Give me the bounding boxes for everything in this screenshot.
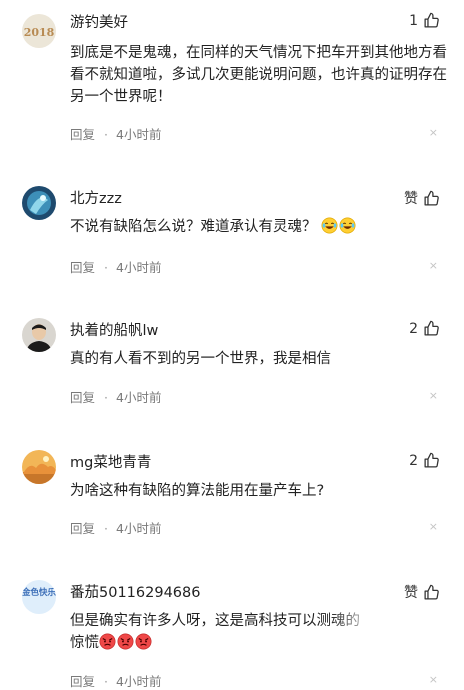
username[interactable]: mg菜地青青 [70, 451, 151, 472]
close-icon[interactable]: × [429, 126, 438, 139]
timestamp: 4小时前 [116, 260, 162, 275]
timestamp: 4小时前 [116, 521, 162, 536]
avatar[interactable]: 2018 [22, 14, 56, 48]
comment-item: mg菜地青青 2 为啥这种有缺陷的算法能用在量产车上? 回复 · 4小时前 × [0, 442, 464, 552]
username[interactable]: 北方zzz [70, 187, 122, 208]
comment-meta: 回复 · 4小时前 [70, 260, 162, 275]
avatar[interactable] [22, 318, 56, 352]
like-count: 赞 [404, 191, 418, 207]
angry-face-emoji-icon [117, 633, 134, 650]
reply-button[interactable]: 回复 [70, 127, 95, 142]
thumbs-up-icon [424, 190, 439, 206]
laughing-tears-emoji-icon [321, 217, 338, 234]
comment-text: 真的有人看不到的另一个世界，我是相信 [70, 351, 331, 367]
like-count: 1 [409, 12, 418, 29]
comment-item: 2018 游钓美好 1 到底是不是鬼魂，在同样的天气情况下把车开到其他地方看看不… [0, 0, 464, 160]
username[interactable]: 游钓美好 [70, 11, 128, 32]
close-icon[interactable]: × [429, 520, 438, 533]
close-icon[interactable]: × [429, 259, 438, 272]
comment-item: 执着的船帆lw 2 真的有人看不到的另一个世界，我是相信 回复 · 4小时前 × [0, 310, 464, 420]
like-count: 赞 [404, 585, 418, 601]
like-button[interactable]: 2 [409, 320, 440, 337]
comment-text: 为啥这种有缺陷的算法能用在量产车上? [70, 483, 325, 499]
like-count: 2 [409, 320, 418, 337]
comment-meta: 回复 · 4小时前 [70, 127, 162, 142]
close-icon[interactable]: × [429, 673, 438, 686]
comment-text: 但是确实有许多人呀，这是高科技可以测魂的 [70, 613, 360, 629]
like-button[interactable]: 1 [409, 12, 440, 29]
laughing-tears-emoji-icon [339, 217, 356, 234]
timestamp: 4小时前 [116, 390, 162, 405]
comment-text-line: 惊慌 [70, 632, 448, 654]
comment-meta: 回复 · 4小时前 [70, 390, 162, 405]
thumbs-up-icon [424, 320, 439, 336]
comment-item: 金色快乐 番茄50116294686 赞 但是确实有许多人呀，这是高科技可以测魂… [0, 572, 464, 690]
avatar[interactable] [22, 450, 56, 484]
username[interactable]: 执着的船帆lw [70, 319, 158, 340]
like-button[interactable]: 2 [409, 452, 440, 469]
comment-text: 不说有缺陷怎么说？难道承认有灵魂？ [70, 219, 317, 235]
thumbs-up-icon [424, 452, 439, 468]
reply-button[interactable]: 回复 [70, 390, 95, 405]
thumbs-up-icon [424, 12, 439, 28]
reply-button[interactable]: 回复 [70, 521, 95, 536]
like-button[interactable]: 赞 [404, 582, 440, 602]
timestamp: 4小时前 [116, 674, 162, 689]
reply-button[interactable]: 回复 [70, 674, 95, 689]
comment-text: 到底是不是鬼魂，在同样的天气情况下把车开到其他地方看看不就知道啦，多试几次更能说… [70, 45, 447, 105]
angry-face-emoji-icon [99, 633, 116, 650]
comment-text-line: 但是确实有许多人呀，这是高科技可以测魂的 [70, 610, 448, 632]
close-icon[interactable]: × [429, 389, 438, 402]
reply-button[interactable]: 回复 [70, 260, 95, 275]
username[interactable]: 番茄50116294686 [70, 581, 200, 602]
comment-text-continued: 惊慌 [70, 635, 99, 651]
avatar[interactable]: 金色快乐 [22, 580, 56, 614]
comment-item: 北方zzz 赞 不说有缺陷怎么说？难道承认有灵魂？ 回复 · 4小时前 × [0, 178, 464, 288]
like-button[interactable]: 赞 [404, 188, 440, 208]
comment-meta: 回复 · 4小时前 [70, 674, 162, 689]
avatar[interactable] [22, 186, 56, 220]
timestamp: 4小时前 [116, 127, 162, 142]
avatar-label: 金色快乐 [22, 587, 56, 598]
avatar-label: 2018 [24, 26, 55, 39]
angry-face-emoji-icon [135, 633, 152, 650]
text-fade [330, 610, 390, 632]
thumbs-up-icon [424, 584, 439, 600]
comment-text-line: 不说有缺陷怎么说？难道承认有灵魂？ [70, 216, 448, 238]
like-count: 2 [409, 452, 418, 469]
comment-meta: 回复 · 4小时前 [70, 521, 162, 536]
